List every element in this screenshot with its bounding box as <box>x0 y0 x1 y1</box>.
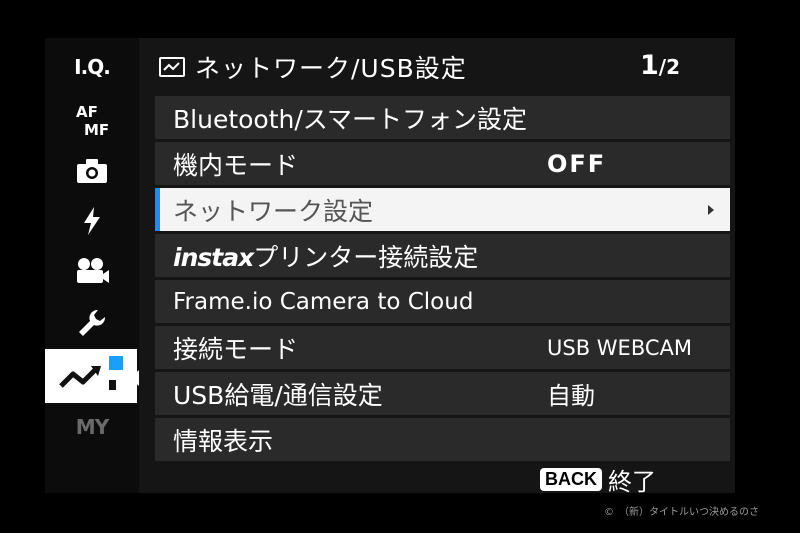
menu-item-network-settings[interactable]: ネットワーク設定 <box>155 188 730 231</box>
svg-text:AF: AF <box>76 103 98 121</box>
menu-item-label: Bluetooth/スマートフォン設定 <box>173 104 528 134</box>
menu-header: ネットワーク/USB設定 1/2 <box>155 44 730 90</box>
menu-item-instax-printer[interactable]: instaxプリンター接続設定 <box>155 234 730 277</box>
menu-item-frameio[interactable]: Frame.io Camera to Cloud <box>155 280 730 323</box>
sidebar-item-shooting[interactable] <box>45 148 139 194</box>
network-icon <box>59 356 123 390</box>
menu-item-label: 機内モード <box>173 150 299 180</box>
wrench-icon <box>79 309 106 336</box>
menu-item-usb-power[interactable]: USB給電/通信設定 自動 <box>155 372 730 415</box>
menu-item-label: instaxプリンター接続設定 <box>173 238 478 274</box>
movie-camera-icon <box>77 258 109 283</box>
camera-icon <box>77 159 107 183</box>
sidebar-selection-pointer <box>130 370 139 386</box>
menu-item-label: Frame.io Camera to Cloud <box>173 288 474 315</box>
page-current: 1 <box>639 50 659 81</box>
sidebar-item-my[interactable]: MY <box>45 404 139 450</box>
af-mf-icon: AF MF <box>76 103 109 139</box>
menu-item-airplane-mode[interactable]: 機内モード OFF <box>155 142 730 185</box>
footer-back[interactable]: BACK 終了 <box>540 462 656 497</box>
sidebar-item-af[interactable]: AF MF <box>45 96 139 142</box>
page-total: /2 <box>658 55 680 79</box>
watermark-text: © （新）タイトルいつ決めるのさ <box>604 507 759 518</box>
network-small-icon <box>159 57 185 77</box>
menu-item-label: USB給電/通信設定 <box>173 380 383 410</box>
menu-item-label: 情報表示 <box>173 426 274 456</box>
sidebar-item-iq[interactable]: I.Q. <box>45 44 139 90</box>
iq-label: I.Q. <box>74 55 111 79</box>
sidebar-item-setup[interactable] <box>45 300 139 346</box>
sidebar-item-flash[interactable] <box>45 198 139 244</box>
back-button-badge: BACK <box>540 468 602 491</box>
flash-icon <box>84 207 100 235</box>
menu-item-value: USB WEBCAM <box>547 335 693 360</box>
page-title: ネットワーク/USB設定 <box>195 54 467 83</box>
svg-text:MF: MF <box>84 121 109 139</box>
submenu-arrow-icon <box>708 204 714 215</box>
page-indicator: 1/2 <box>640 50 680 81</box>
sidebar-item-movie[interactable] <box>45 248 139 294</box>
menu-item-bluetooth[interactable]: Bluetooth/スマートフォン設定 <box>155 96 730 139</box>
menu-item-label-text: プリンター接続設定 <box>253 242 479 272</box>
menu-item-value: OFF <box>547 149 607 178</box>
menu-item-connection-mode[interactable]: 接続モード USB WEBCAM <box>155 326 730 369</box>
menu-item-info-display[interactable]: 情報表示 <box>155 418 730 461</box>
menu-item-label: ネットワーク設定 <box>173 196 374 226</box>
my-label: MY <box>75 415 109 439</box>
sidebar-item-network[interactable] <box>45 349 137 403</box>
menu-item-label: 接続モード <box>173 334 299 364</box>
menu-item-value: 自動 <box>547 382 595 410</box>
instax-logo: instax <box>173 242 254 272</box>
back-label: 終了 <box>608 468 656 496</box>
